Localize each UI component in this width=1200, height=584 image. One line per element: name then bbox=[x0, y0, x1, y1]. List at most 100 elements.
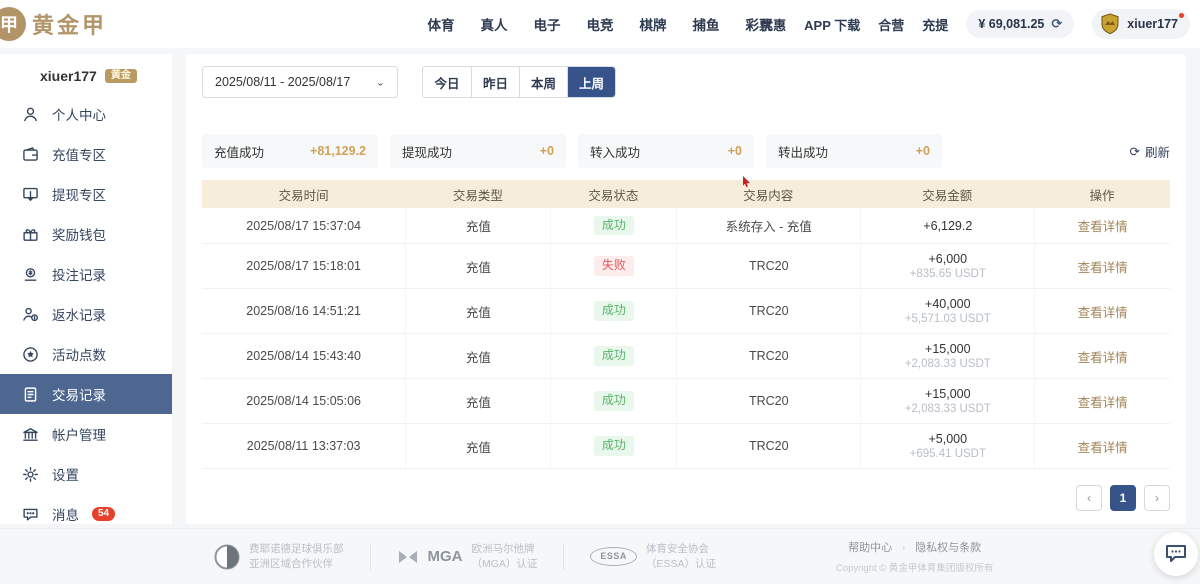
cell-amount: +5,000+695.41 USDT bbox=[860, 424, 1034, 468]
date-range-select[interactable]: 2025/08/11 - 2025/08/17 ⌄ bbox=[202, 66, 398, 98]
cell-status: 成功 bbox=[550, 334, 676, 378]
tab-last-week[interactable]: 上周 bbox=[567, 67, 615, 97]
view-details-link[interactable]: 查看详情 bbox=[1035, 257, 1170, 276]
balance-display[interactable]: ¥ 69,081.25 ⟳ bbox=[966, 10, 1074, 38]
cell-status: 成功 bbox=[550, 379, 676, 423]
gold-shield-icon bbox=[1100, 13, 1120, 35]
gear-icon bbox=[22, 466, 39, 483]
cell-content: TRC20 bbox=[676, 244, 860, 288]
status-badge: 成功 bbox=[594, 436, 634, 456]
feyenoord-logo bbox=[214, 544, 240, 570]
sidebar-item-personal-center[interactable]: 个人中心 bbox=[0, 94, 172, 134]
cell-time: 2025/08/11 13:37:03 bbox=[202, 424, 405, 468]
link-affiliate[interactable]: 合营 bbox=[878, 15, 904, 34]
main-nav: 体育 真人 电子 电竞 棋牌 捕鱼 彩票 bbox=[428, 14, 773, 34]
site-logo[interactable]: 甲 黄金甲 bbox=[0, 7, 107, 41]
view-details-link[interactable]: 查看详情 bbox=[1035, 347, 1170, 366]
nav-live-casino[interactable]: 真人 bbox=[481, 14, 508, 34]
summary-value: +0 bbox=[916, 144, 930, 158]
sidebar-item-reward-wallet[interactable]: 奖励钱包 bbox=[0, 214, 172, 254]
page-prev-button[interactable]: ‹ bbox=[1076, 485, 1102, 511]
sidebar-item-label: 活动点数 bbox=[52, 344, 106, 364]
sidebar-username: xiuer177 bbox=[40, 68, 97, 84]
table-row: 2025/08/14 15:05:06 充值 成功 TRC20 +15,000+… bbox=[202, 379, 1170, 424]
sidebar-item-withdraw[interactable]: 提现专区 bbox=[0, 174, 172, 214]
cell-action: 查看详情 bbox=[1034, 289, 1170, 333]
page-next-button[interactable]: › bbox=[1144, 485, 1170, 511]
refresh-button[interactable]: ⟳ 刷新 bbox=[1130, 142, 1171, 161]
sidebar-item-label: 投注记录 bbox=[52, 264, 106, 284]
nav-fishing[interactable]: 捕鱼 bbox=[693, 14, 720, 34]
col-header-status: 交易状态 bbox=[550, 185, 676, 204]
sidebar-item-settings[interactable]: 设置 bbox=[0, 454, 172, 494]
period-tabs: 今日 昨日 本周 上周 bbox=[422, 66, 616, 98]
col-header-time: 交易时间 bbox=[202, 185, 405, 204]
partner-feyenoord: 费耶诺德足球俱乐部亚洲区域合作伙伴 bbox=[214, 542, 344, 571]
summary-value: +0 bbox=[728, 144, 742, 158]
nav-card-games[interactable]: 棋牌 bbox=[640, 14, 667, 34]
cell-time: 2025/08/14 15:43:40 bbox=[202, 334, 405, 378]
cell-content: TRC20 bbox=[676, 424, 860, 468]
mga-logo bbox=[397, 548, 419, 566]
link-deposit-withdraw[interactable]: 充提 bbox=[922, 15, 948, 34]
status-badge: 成功 bbox=[594, 301, 634, 321]
nav-lottery[interactable]: 彩票 bbox=[746, 14, 773, 34]
cell-time: 2025/08/17 15:37:04 bbox=[202, 208, 405, 243]
sidebar-item-transaction-records[interactable]: 交易记录 bbox=[0, 374, 172, 414]
cell-content: 系统存入 - 充值 bbox=[676, 208, 860, 243]
summary-transfer-out-success: 转出成功 +0 bbox=[766, 134, 942, 168]
privacy-terms-link[interactable]: 隐私权与条款 bbox=[915, 539, 981, 555]
balance-refresh-icon[interactable]: ⟳ bbox=[1051, 16, 1062, 32]
tab-today[interactable]: 今日 bbox=[423, 67, 471, 97]
gift-icon bbox=[22, 226, 39, 243]
sidebar-item-label: 充值专区 bbox=[52, 144, 106, 164]
summary-label: 转出成功 bbox=[778, 142, 828, 161]
sidebar-item-label: 帐户管理 bbox=[52, 424, 106, 444]
tab-yesterday[interactable]: 昨日 bbox=[471, 67, 519, 97]
cell-action: 查看详情 bbox=[1034, 244, 1170, 288]
vip-level-badge: 黄金 bbox=[105, 69, 137, 83]
sidebar-item-deposit[interactable]: 充值专区 bbox=[0, 134, 172, 174]
cell-content: TRC20 bbox=[676, 289, 860, 333]
cell-status: 成功 bbox=[550, 424, 676, 468]
status-badge: 成功 bbox=[594, 346, 634, 366]
help-center-link[interactable]: 帮助中心 bbox=[848, 539, 892, 555]
transactions-table: 交易时间 交易类型 交易状态 交易内容 交易金额 操作 2025/08/17 1… bbox=[202, 180, 1170, 469]
customer-service-button[interactable] bbox=[1154, 532, 1198, 576]
chevron-down-icon: ⌄ bbox=[376, 77, 385, 87]
summary-label: 转入成功 bbox=[590, 142, 640, 161]
tab-this-week[interactable]: 本周 bbox=[519, 67, 567, 97]
nav-sports[interactable]: 体育 bbox=[428, 14, 455, 34]
cell-content: TRC20 bbox=[676, 379, 860, 423]
summary-row: 充值成功 +81,129.2 提现成功 +0 转入成功 +0 转出成功 +0 ⟳… bbox=[202, 134, 1170, 168]
link-app-download[interactable]: APP 下载 bbox=[804, 15, 860, 34]
user-menu[interactable]: xiuer177 bbox=[1092, 9, 1190, 39]
footer-right: 帮助中心 › 隐私权与条款 Copyright © 黄金甲体育集团版权所有 bbox=[836, 539, 993, 574]
table-row: 2025/08/14 15:43:40 充值 成功 TRC20 +15,000+… bbox=[202, 334, 1170, 379]
nav-slots[interactable]: 电子 bbox=[534, 14, 561, 34]
status-badge: 失败 bbox=[594, 256, 634, 276]
table-row: 2025/08/17 15:18:01 充值 失败 TRC20 +6,000+8… bbox=[202, 244, 1170, 289]
footer-divider bbox=[370, 544, 371, 570]
footer-divider bbox=[563, 544, 564, 570]
refresh-icon: ⟳ bbox=[1130, 144, 1140, 159]
cell-type: 充值 bbox=[405, 289, 550, 333]
sidebar-item-label: 个人中心 bbox=[52, 104, 106, 124]
view-details-link[interactable]: 查看详情 bbox=[1035, 302, 1170, 321]
bet-record-icon bbox=[22, 266, 39, 283]
transaction-records-panel: 2025/08/11 - 2025/08/17 ⌄ 今日 昨日 本周 上周 充值… bbox=[186, 54, 1186, 524]
view-details-link[interactable]: 查看详情 bbox=[1035, 216, 1170, 235]
view-details-link[interactable]: 查看详情 bbox=[1035, 437, 1170, 456]
sidebar-item-activity-points[interactable]: 活动点数 bbox=[0, 334, 172, 374]
view-details-link[interactable]: 查看详情 bbox=[1035, 392, 1170, 411]
user-icon bbox=[22, 106, 39, 123]
cell-action: 查看详情 bbox=[1034, 208, 1170, 243]
sidebar-item-bet-records[interactable]: 投注记录 bbox=[0, 254, 172, 294]
page-1-button[interactable]: 1 bbox=[1110, 485, 1136, 511]
sidebar-item-account-management[interactable]: 帐户管理 bbox=[0, 414, 172, 454]
cell-time: 2025/08/17 15:18:01 bbox=[202, 244, 405, 288]
footer-link-separator-icon: › bbox=[902, 542, 905, 552]
sidebar-item-rebate-records[interactable]: 返水记录 bbox=[0, 294, 172, 334]
nav-esports[interactable]: 电竞 bbox=[587, 14, 614, 34]
cell-amount: +40,000+5,571.03 USDT bbox=[860, 289, 1034, 333]
